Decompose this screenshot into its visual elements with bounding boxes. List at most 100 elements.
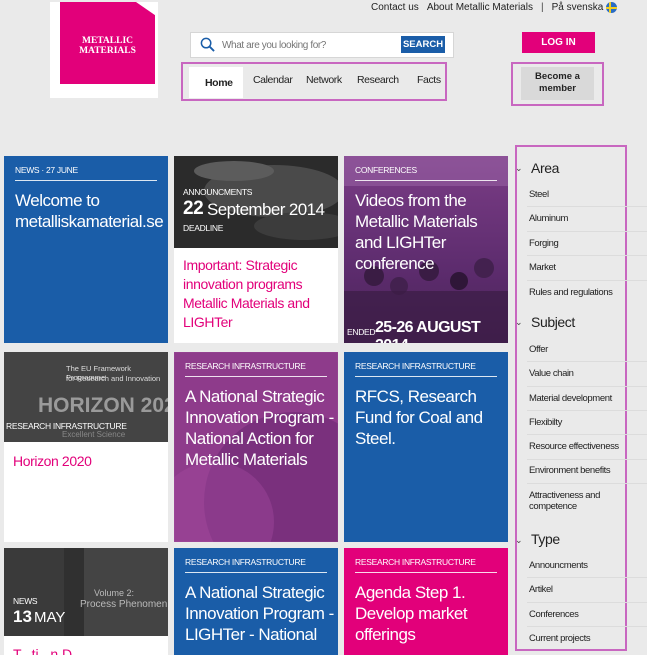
card-lighter[interactable]: RESEARCH INFRASTRUCTURE A National Strat…	[174, 548, 338, 655]
nav-network[interactable]: Network	[306, 74, 342, 86]
card-welcome[interactable]: NEWS · 27 JUNE Welcome to metalliskamate…	[4, 156, 168, 343]
sidebar-item-steel[interactable]: Steel	[529, 189, 641, 200]
search-button[interactable]: SEARCH	[401, 36, 445, 53]
conference-ended: ENDED	[347, 327, 376, 337]
logo-line-2: MATERIALS	[79, 46, 136, 56]
sidebar-item-rules[interactable]: Rules and regulations	[529, 287, 641, 298]
card-horizon[interactable]: The EU Framework Programme for Research …	[4, 352, 168, 542]
card-tag: RESEARCH INFRASTRUCTURE	[185, 361, 306, 371]
card-rule	[355, 180, 497, 181]
sidebar-heading-type[interactable]: Type	[531, 531, 560, 547]
sidebar-heading-area[interactable]: Area	[531, 160, 559, 176]
card-rule	[355, 376, 497, 377]
card-tag: NEWS	[13, 596, 38, 606]
divider	[527, 255, 647, 256]
card-news-13[interactable]: Volume 2: Process Phenomen NEWS 13 MAY T…	[4, 548, 168, 655]
news-day: 13	[13, 607, 32, 626]
horizon-img-sub: Excellent Science	[62, 430, 126, 439]
divider	[527, 626, 647, 627]
card-tag: RESEARCH INFRASTRUCTURE	[185, 557, 306, 567]
divider	[527, 410, 647, 411]
sidebar-heading-subject[interactable]: Subject	[531, 314, 575, 330]
news-month: MAY	[34, 609, 66, 626]
card-tag: NEWS · 27 JUNE	[15, 165, 78, 175]
chevron-down-icon[interactable]: ⌄	[515, 535, 523, 546]
card-tag: ANNOUNCMENTS	[183, 187, 253, 197]
announcement-day: 22	[183, 198, 204, 219]
top-links-separator: |	[540, 2, 544, 14]
sidebar-item-value-chain[interactable]: Value chain	[529, 368, 641, 379]
card-announcement[interactable]: ANNOUNCMENTS 22 September 2014 DEADLINE …	[174, 156, 338, 343]
sidebar-item-announcments[interactable]: Announcments	[529, 560, 641, 571]
card-rule	[185, 572, 327, 573]
card-body: Important: Strategic innovation programs…	[183, 257, 310, 330]
swedish-flag-icon	[606, 2, 618, 13]
top-links: Contact us About Metallic Materials | På…	[371, 2, 618, 14]
nav-home[interactable]: Home	[205, 77, 233, 89]
card-title: RFCS, Research Fund for Coal and Steel.	[355, 387, 483, 448]
sidebar-item-material-development[interactable]: Material development	[529, 393, 641, 404]
card-title: T...ti...n D...	[13, 646, 84, 655]
divider	[527, 434, 647, 435]
divider	[527, 206, 647, 207]
card-rule	[15, 180, 157, 181]
divider	[527, 231, 647, 232]
logo-text: METALLIC MATERIALS	[60, 36, 155, 56]
horizon-img-line-2: for Research and Innovation	[66, 374, 161, 383]
about-link[interactable]: About Metallic Materials	[427, 2, 533, 13]
card-title: Horizon 2020	[13, 453, 92, 469]
sidebar-item-environment-benefits[interactable]: Environment benefits	[529, 465, 641, 476]
sidebar-item-aluminum[interactable]: Aluminum	[529, 213, 641, 224]
divider	[527, 577, 647, 578]
sidebar-item-attractiveness[interactable]: Attractiveness and competence	[529, 490, 621, 512]
become-member-button[interactable]: Become a member	[521, 67, 594, 100]
sidebar-item-resource-effectiveness[interactable]: Resource effectiveness	[529, 441, 641, 452]
login-button[interactable]: LOG IN	[522, 32, 595, 53]
card-title: Agenda Step 1. Develop market offerings	[355, 583, 468, 644]
divider	[527, 361, 647, 362]
sidebar-item-conferences[interactable]: Conferences	[529, 609, 641, 620]
member-line-2: member	[539, 83, 576, 94]
contact-link[interactable]: Contact us	[371, 2, 419, 13]
card-title: Videos from the Metallic Materials and L…	[355, 191, 478, 273]
sidebar-item-forging[interactable]: Forging	[529, 238, 641, 249]
nav-facts[interactable]: Facts	[417, 74, 441, 86]
sidebar-item-artikel[interactable]: Artikel	[529, 584, 641, 595]
language-link[interactable]: På svenska	[552, 2, 618, 13]
card-conference[interactable]: CONFERENCES Videos from the Metallic Mat…	[344, 156, 508, 343]
member-line-1: Become a	[535, 71, 580, 82]
sidebar-item-market[interactable]: Market	[529, 262, 641, 273]
sidebar-item-current-projects[interactable]: Current projects	[529, 633, 641, 644]
horizon-img-title: HORIZON 202	[38, 394, 168, 417]
language-label: På svenska	[551, 2, 604, 14]
nav-calendar[interactable]: Calendar	[253, 74, 293, 86]
sidebar-item-offer[interactable]: Offer	[529, 344, 641, 355]
chevron-down-icon[interactable]: ⌄	[515, 317, 523, 328]
nav-research[interactable]: Research	[357, 74, 399, 86]
divider	[527, 483, 647, 484]
logo-line-1: METALLIC	[81, 36, 134, 46]
card-national[interactable]: RESEARCH INFRASTRUCTURE A National Strat…	[174, 352, 338, 542]
chevron-down-icon[interactable]: ⌄	[515, 163, 523, 174]
card-tag: RESEARCH INFRASTRUCTURE	[355, 361, 476, 371]
search-icon[interactable]	[200, 37, 215, 52]
card-rule	[355, 572, 497, 573]
card-title: A National Strategic Innovation Program …	[185, 583, 334, 644]
card-title: A National Strategic Innovation Program …	[185, 387, 334, 469]
divider	[527, 386, 647, 387]
card-rule	[185, 376, 327, 377]
card-agenda[interactable]: RESEARCH INFRASTRUCTURE Agenda Step 1. D…	[344, 548, 508, 655]
announcement-sub: DEADLINE	[183, 223, 224, 233]
card-tag: RESEARCH INFRASTRUCTURE	[355, 557, 476, 567]
divider	[527, 459, 647, 460]
divider	[527, 602, 647, 603]
card-title: Welcome to metalliskamaterial.se	[15, 191, 164, 231]
announcement-month: September 2014	[207, 200, 325, 219]
sidebar-item-flexibility[interactable]: Flexibilty	[529, 417, 641, 428]
conference-dates: 25-26 AUGUST 2014	[375, 319, 481, 343]
news-img-line-1: Volume 2:	[94, 588, 135, 598]
news-img-line-2: Process Phenomen	[80, 599, 168, 610]
card-rfcs[interactable]: RESEARCH INFRASTRUCTURE RFCS, Research F…	[344, 352, 508, 542]
search-input[interactable]	[222, 36, 392, 54]
card-tag: CONFERENCES	[355, 165, 417, 175]
